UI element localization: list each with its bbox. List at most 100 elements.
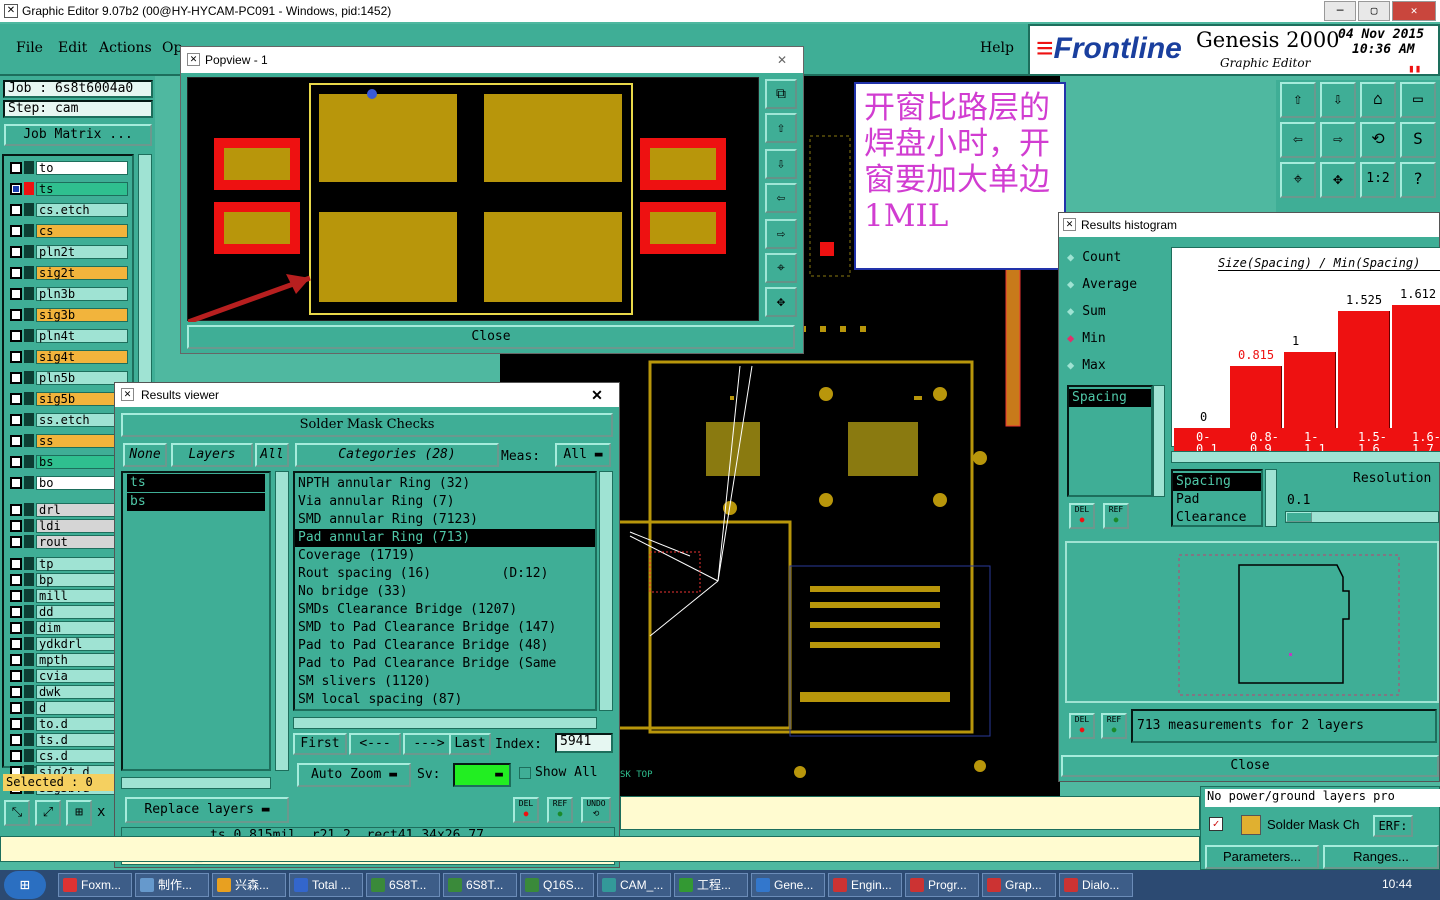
radio-count[interactable]: ◆ Count	[1067, 247, 1121, 267]
layer-checkbox[interactable]	[10, 287, 22, 300]
layer-row[interactable]: pln5b	[10, 370, 128, 385]
layer-row[interactable]: dd	[10, 604, 128, 619]
taskbar-item[interactable]: 兴森...	[212, 873, 286, 897]
result-layer-item[interactable]: bs	[127, 493, 265, 511]
layer-row[interactable]: sig3b	[10, 307, 128, 322]
toolbar-icon-4[interactable]: ▭	[1400, 82, 1436, 118]
layer-row[interactable]: bo	[10, 475, 128, 490]
layer-checkbox[interactable]	[10, 329, 22, 342]
popview-tool-icon-6[interactable]: ⌖	[765, 253, 797, 283]
ranges-button[interactable]: Ranges...	[1323, 845, 1439, 869]
histogram-hscroll[interactable]	[1171, 451, 1440, 463]
parameters-button[interactable]: Parameters...	[1205, 845, 1319, 869]
layer-row[interactable]: bp	[10, 572, 128, 587]
menu-file[interactable]: File	[16, 40, 43, 56]
toolbar-icon-9[interactable]: ⌖	[1280, 162, 1316, 198]
category-item[interactable]: NPTH annular Ring (32)	[295, 475, 595, 493]
toolbar-icon-10[interactable]: ✥	[1320, 162, 1356, 198]
maximize-button[interactable]: ▢	[1358, 1, 1390, 21]
layer-checkbox[interactable]	[10, 455, 22, 468]
first-button[interactable]: First	[293, 733, 347, 755]
taskbar-item[interactable]: 制作...	[135, 873, 209, 897]
layer-checkbox[interactable]	[10, 224, 22, 237]
layer-checkbox[interactable]	[10, 557, 22, 570]
popview-tool-icon-5[interactable]: ⇨	[765, 219, 797, 249]
all-button[interactable]: All	[255, 443, 289, 467]
layer-row[interactable]: ldi	[10, 518, 128, 533]
histogram-bar[interactable]	[1284, 351, 1336, 428]
list-item[interactable]: Pad	[1173, 491, 1261, 509]
layer-row[interactable]: sig2t	[10, 265, 128, 280]
layer-row[interactable]: ss.etch	[10, 412, 128, 427]
layer-checkbox[interactable]	[10, 749, 22, 762]
layer-row[interactable]: ts	[10, 181, 128, 196]
toolbar-icon-1[interactable]: ⇧	[1280, 82, 1316, 118]
close-button[interactable]: ✕	[1392, 1, 1436, 21]
popview-tool-icon-2[interactable]: ⇧	[765, 113, 797, 143]
histogram-bar[interactable]	[1338, 311, 1390, 428]
resolution-slider-thumb[interactable]	[1286, 512, 1312, 522]
taskbar-item[interactable]: Foxm...	[58, 873, 132, 897]
layer-row[interactable]: mill	[10, 588, 128, 603]
next-button[interactable]: --->	[403, 733, 455, 755]
layer-checkbox[interactable]	[10, 535, 22, 548]
layer-row[interactable]: cs	[10, 223, 128, 238]
toolbar-icon-6[interactable]: ⇨	[1320, 122, 1356, 158]
layer-checkbox[interactable]	[10, 669, 22, 682]
layer-row[interactable]: dim	[10, 620, 128, 635]
layer-checkbox[interactable]	[10, 476, 22, 489]
layer-row[interactable]: ss	[10, 433, 128, 448]
layer-checkbox[interactable]	[10, 701, 22, 714]
layer-checkbox[interactable]	[10, 413, 22, 426]
result-layer-item[interactable]: ts	[127, 474, 265, 492]
summary-del-button[interactable]: DEL ●	[1069, 713, 1095, 739]
layer-checkbox[interactable]	[10, 245, 22, 258]
layer-row[interactable]: pln3b	[10, 286, 128, 301]
category-item[interactable]: SMD to Pad Clearance Bridge (147)	[295, 619, 595, 637]
layer-row[interactable]: cvia	[10, 668, 128, 683]
layer-row[interactable]: to	[10, 160, 128, 175]
popview-canvas[interactable]	[187, 77, 759, 325]
layer-checkbox[interactable]	[10, 621, 22, 634]
layer-checkbox[interactable]	[10, 203, 22, 216]
category-item[interactable]: No bridge (33)	[295, 583, 595, 601]
layer-checkbox[interactable]	[10, 733, 22, 746]
taskbar-item[interactable]: 工程...	[674, 873, 748, 897]
layer-list-scrollbar[interactable]	[275, 471, 289, 771]
category-list-hscroll[interactable]	[293, 717, 597, 729]
layer-row[interactable]: pln4t	[10, 328, 128, 343]
layer-row[interactable]: sig5b	[10, 391, 128, 406]
category-item[interactable]: SM local spacing (87)	[295, 691, 595, 709]
layer-checkbox[interactable]	[10, 637, 22, 650]
layer-row[interactable]: cs.etch	[10, 202, 128, 217]
histogram-bar[interactable]	[1230, 365, 1282, 428]
taskbar-item[interactable]: 6S8T...	[366, 873, 440, 897]
popview-tool-icon-1[interactable]: ⧉	[765, 79, 797, 109]
layer-checkbox[interactable]	[10, 589, 22, 602]
resolution-slider[interactable]	[1285, 511, 1439, 523]
popview-close-button[interactable]: Close	[187, 325, 795, 349]
toolbar-icon-2[interactable]: ⇩	[1320, 82, 1356, 118]
start-button[interactable]: ⊞	[4, 871, 46, 899]
category-item[interactable]: SMDs Clearance Bridge (1207)	[295, 601, 595, 619]
taskbar-clock[interactable]: 10:44	[1382, 877, 1412, 891]
layer-checkbox[interactable]	[10, 573, 22, 586]
toolbar-icon-7[interactable]: ⟲	[1360, 122, 1396, 158]
show-all-checkbox[interactable]	[519, 767, 531, 779]
erf-button[interactable]: ERF:	[1373, 815, 1413, 837]
summary-ref-button[interactable]: REF ●	[1101, 713, 1127, 739]
popview-close-icon[interactable]: ✕	[777, 47, 787, 73]
del-button[interactable]: DEL ●	[513, 797, 539, 823]
taskbar-item[interactable]: Engin...	[828, 873, 902, 897]
histogram-ref-button[interactable]: REF ●	[1103, 503, 1129, 529]
category-item[interactable]: Coverage (1719)	[295, 547, 595, 565]
list-item[interactable]: Spacing	[1069, 389, 1151, 407]
category-item[interactable]: Pad to Pad Clearance Bridge (Same	[295, 655, 595, 673]
layer-row[interactable]: sig4t	[10, 349, 128, 364]
minimize-button[interactable]: ─	[1324, 1, 1356, 21]
layer-checkbox[interactable]	[10, 182, 22, 195]
toolbar-icon-11[interactable]: 1:2	[1360, 162, 1396, 198]
layer-row[interactable]: ts.d	[10, 732, 128, 747]
layer-row[interactable]: mpth	[10, 652, 128, 667]
taskbar-item[interactable]: Q16S...	[520, 873, 594, 897]
